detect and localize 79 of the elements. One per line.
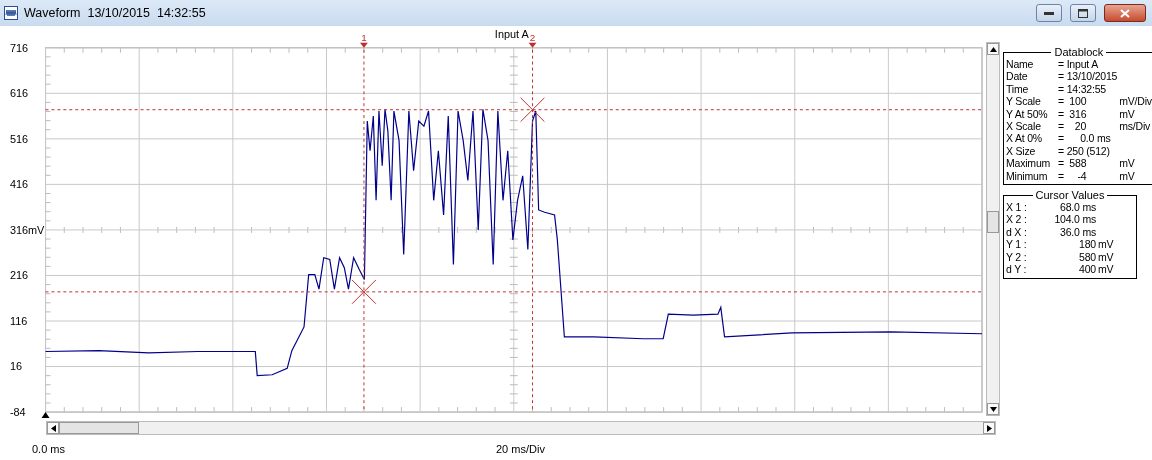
maximize-icon xyxy=(1078,8,1088,18)
close-button[interactable] xyxy=(1104,4,1146,22)
axis-label: 716 xyxy=(9,41,29,54)
horizontal-scrollbar[interactable] xyxy=(46,421,996,435)
field-label: Time xyxy=(1006,82,1030,96)
triangle-icon xyxy=(49,424,57,432)
axis-label: -84 xyxy=(9,406,26,419)
field-value: 580 xyxy=(1078,250,1096,264)
field-label: Y 1 : xyxy=(1006,238,1028,251)
field-value: = 100 xyxy=(1058,95,1088,108)
axis-label: 16 xyxy=(9,360,22,373)
field-value: = Input A xyxy=(1058,58,1099,71)
scroll-down-button[interactable] xyxy=(987,403,999,415)
waveform-icon xyxy=(4,6,18,20)
field-unit: mV xyxy=(1119,157,1136,170)
field-unit: mV xyxy=(1119,107,1136,121)
axis-label: 0.0 ms xyxy=(32,443,65,455)
axis-label: 416 xyxy=(9,178,29,191)
field-label: Maximum xyxy=(1006,157,1052,170)
field-unit: mV xyxy=(1098,238,1115,251)
field-value: = 20 xyxy=(1058,120,1088,133)
axis-marker-icon xyxy=(41,412,50,418)
field-value: = 316 xyxy=(1058,107,1088,121)
close-icon xyxy=(1120,8,1130,18)
axis-label: 216 xyxy=(9,269,29,282)
axis-label: 516 xyxy=(9,132,29,145)
vertical-scrollbar[interactable] xyxy=(986,42,1000,416)
maximize-button[interactable] xyxy=(1070,4,1096,22)
scrollbar-thumb[interactable] xyxy=(59,422,139,434)
panel-title: Cursor Values xyxy=(1034,189,1106,202)
axis-label: 616 xyxy=(9,87,29,100)
field-unit: mV xyxy=(1119,169,1136,183)
minimize-icon xyxy=(1044,11,1054,15)
field-unit: mV/Div xyxy=(1119,95,1152,108)
field-label: d Y : xyxy=(1006,263,1028,276)
field-value: = 13/10/2015 xyxy=(1058,70,1118,83)
axis-title: 20 ms/Div xyxy=(496,443,545,455)
scroll-up-button[interactable] xyxy=(987,43,999,55)
field-unit: ms/Div xyxy=(1119,120,1152,133)
field-label: d X : xyxy=(1006,225,1028,239)
scrollbar-thumb[interactable] xyxy=(987,211,999,233)
field-label: Y At 50% xyxy=(1006,107,1049,121)
field-value: 68.0 ms xyxy=(1059,201,1096,214)
cursor-label: 2 xyxy=(529,31,536,43)
field-value: 104.0 ms xyxy=(1053,213,1096,226)
scroll-right-button[interactable] xyxy=(983,422,995,434)
field-label: Name xyxy=(1006,58,1035,71)
minimize-button[interactable] xyxy=(1036,4,1062,22)
field-value: = -4 xyxy=(1058,169,1088,183)
field-value: 180 xyxy=(1078,238,1096,251)
field-value: = 0.0 ms xyxy=(1058,132,1112,145)
field-label: Y Scale xyxy=(1006,95,1042,108)
axis-label: 116 xyxy=(9,314,28,327)
field-value: = 250 (512) xyxy=(1058,144,1111,158)
field-label: Y 2 : xyxy=(1006,250,1028,264)
field-label: X 1 : xyxy=(1006,201,1028,214)
cursor-drawing[interactable] xyxy=(520,42,545,413)
field-unit: mV xyxy=(1098,250,1115,264)
chart-title: Input A xyxy=(494,27,529,40)
triangle-icon xyxy=(989,405,997,413)
cursor-label: 1 xyxy=(361,31,367,43)
triangle-icon xyxy=(985,424,993,432)
triangle-icon xyxy=(989,45,997,53)
field-label: Date xyxy=(1006,70,1029,83)
field-label: X Scale xyxy=(1006,120,1042,133)
field-label: X Size xyxy=(1006,144,1037,158)
field-value: 36.0 ms xyxy=(1059,225,1096,239)
axis-label: 316mV xyxy=(9,223,45,236)
field-value: 400 xyxy=(1078,263,1096,276)
panel-title: Datablock xyxy=(1053,46,1105,58)
field-label: X At 0% xyxy=(1006,132,1043,145)
cursor-drawing[interactable] xyxy=(351,42,377,413)
scroll-left-button[interactable] xyxy=(47,422,59,434)
field-unit: mV xyxy=(1098,263,1115,276)
field-value: = 14:32:55 xyxy=(1058,82,1107,96)
field-label: X 2 : xyxy=(1006,213,1028,226)
field-label: Minimum xyxy=(1006,169,1049,183)
window-title: Waveform 13/10/2015 14:32:55 xyxy=(24,6,206,20)
field-value: = 588 xyxy=(1058,157,1088,170)
